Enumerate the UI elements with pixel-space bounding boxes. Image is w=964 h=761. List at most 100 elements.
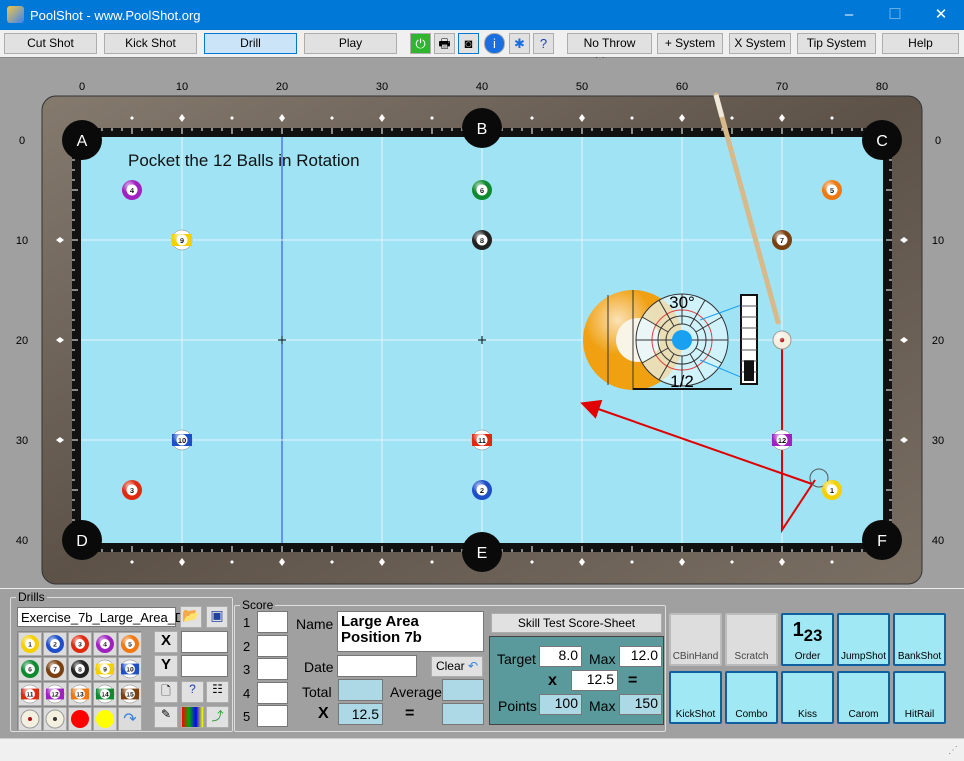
no-throw-lines-button[interactable]: No Throw Lines <box>567 33 652 69</box>
resize-grip-icon[interactable]: ⋰ <box>948 745 958 756</box>
x-system-button[interactable]: X System <box>729 33 791 54</box>
save-disk-icon[interactable]: ▣ <box>206 606 228 628</box>
palette-ball-14[interactable]: 14 <box>93 682 117 706</box>
palette-ball-3[interactable]: 3 <box>68 632 92 656</box>
ball-icon[interactable]: 4 <box>96 635 114 653</box>
table-list-icon[interactable]: ☷ <box>206 681 229 703</box>
drill-button[interactable]: Drill <box>204 33 297 54</box>
kick-shot-button[interactable]: Kick Shot <box>104 33 197 54</box>
cue-tip-position[interactable] <box>672 330 692 350</box>
new-document-icon[interactable]: 🗋 <box>154 681 178 703</box>
tip-system-button[interactable]: Tip System <box>797 33 876 54</box>
score-row-input[interactable] <box>257 658 288 680</box>
shot-type-kiss-button[interactable]: Kiss <box>781 671 834 724</box>
ball-icon[interactable]: 3 <box>71 635 89 653</box>
ball-icon[interactable]: 10 <box>120 659 140 679</box>
palette-ball-6[interactable]: 6 <box>18 657 42 681</box>
color-grid-icon[interactable] <box>181 706 204 728</box>
palette-ball-12[interactable]: 12 <box>43 682 67 706</box>
cut-shot-button[interactable]: Cut Shot <box>4 33 97 54</box>
ball-icon[interactable]: 12 <box>45 684 65 704</box>
ball-6[interactable]: 6 <box>472 180 492 200</box>
ball-2[interactable]: 2 <box>472 480 492 500</box>
palette-ball-11[interactable]: 11 <box>18 682 42 706</box>
ball-icon[interactable]: 14 <box>95 684 115 704</box>
cue-ball[interactable] <box>772 330 792 350</box>
print-icon[interactable]: 🖶 <box>434 33 455 54</box>
score-row-input[interactable] <box>257 705 288 727</box>
ball-10[interactable]: 10 <box>171 429 193 451</box>
ball-5[interactable]: 5 <box>822 180 842 200</box>
shot-type-combo-button[interactable]: Combo <box>725 671 778 724</box>
info-icon[interactable]: i <box>484 33 505 54</box>
clear-button[interactable]: Clear ↶ <box>431 656 483 677</box>
minimize-button[interactable]: – <box>826 0 872 30</box>
palette-white-ball[interactable] <box>43 707 67 731</box>
ball-11[interactable]: 11 <box>471 429 493 451</box>
palette-ball-5[interactable]: 5 <box>118 632 142 656</box>
ball-4[interactable]: 4 <box>122 180 142 200</box>
shot-type-jumpshot-button[interactable]: JumpShot <box>837 613 890 666</box>
ball-icon[interactable]: 8 <box>71 660 89 678</box>
plus-system-button[interactable]: + System <box>657 33 723 54</box>
ball-icon[interactable]: 6 <box>21 660 39 678</box>
power-icon[interactable]: ⏻ <box>410 33 431 54</box>
export-folder-icon[interactable]: ⤴ <box>206 706 229 728</box>
play-button[interactable]: Play <box>304 33 397 54</box>
palette-ball-1[interactable]: 1 <box>18 632 42 656</box>
ball-icon[interactable]: 7 <box>46 660 64 678</box>
shot-type-scratch-button[interactable]: Scratch <box>725 613 778 666</box>
score-row-input[interactable] <box>257 634 288 657</box>
drill-file-input[interactable]: Exercise_7b_Large_Area_Drill <box>17 607 197 627</box>
edit-notes-icon[interactable]: ✎ <box>154 706 178 728</box>
x-coord-input[interactable] <box>181 631 228 653</box>
palette-yellow-marker[interactable] <box>93 707 117 731</box>
shot-type-order-button[interactable]: 123 Order <box>781 613 834 666</box>
score-row-input[interactable] <box>257 681 288 704</box>
shot-type-carom-button[interactable]: Carom <box>837 671 890 724</box>
help-document-icon[interactable]: ? <box>533 33 554 54</box>
shot-type-cbinhand-button[interactable]: CBinHand <box>669 613 722 666</box>
maximize-button[interactable]: ☐ <box>872 0 918 30</box>
ball-12[interactable]: 12 <box>771 429 793 451</box>
palette-ball-8[interactable]: 8 <box>68 657 92 681</box>
palette-ball-15[interactable]: 15 <box>118 682 142 706</box>
ball-icon[interactable]: 9 <box>95 659 115 679</box>
redo-icon[interactable]: ↷ <box>118 707 142 731</box>
shot-type-kickshot-button[interactable]: KickShot <box>669 671 722 724</box>
ball-9[interactable]: 9 <box>171 229 193 251</box>
close-button[interactable]: ✕ <box>918 0 964 30</box>
ball-icon[interactable]: 15 <box>120 684 140 704</box>
pool-table[interactable]: 0 10 20 30 40 50 60 70 80 0 0 10 10 20 20 30 30 40 40 A B C D… <box>0 58 964 590</box>
ball-3[interactable]: 3 <box>122 480 142 500</box>
ball-icon[interactable]: 1 <box>21 635 39 653</box>
palette-cue-ball[interactable] <box>18 707 42 731</box>
target-value[interactable]: 8.0 <box>539 646 582 667</box>
palette-ball-9[interactable]: 9 <box>93 657 117 681</box>
ball-icon[interactable]: 5 <box>121 635 139 653</box>
y-coord-input[interactable] <box>181 655 228 677</box>
help-button[interactable]: Help <box>882 33 959 54</box>
camera-icon[interactable]: ◙ <box>458 33 479 54</box>
shot-type-hitrail-button[interactable]: HitRail <box>893 671 946 724</box>
document-help-icon[interactable]: ? <box>181 681 204 703</box>
ball-icon[interactable]: 13 <box>70 684 90 704</box>
open-folder-icon[interactable]: 📂 <box>180 606 202 628</box>
palette-ball-13[interactable]: 13 <box>68 682 92 706</box>
ball-7[interactable]: 7 <box>772 230 792 250</box>
target-max-value[interactable]: 12.0 <box>619 646 662 667</box>
gear-icon[interactable]: ✱ <box>509 33 530 54</box>
skill-multiplier-value[interactable]: 12.5 <box>571 670 618 691</box>
date-input[interactable] <box>337 655 417 677</box>
palette-ball-7[interactable]: 7 <box>43 657 67 681</box>
palette-ball-2[interactable]: 2 <box>43 632 67 656</box>
ball-1[interactable]: 1 <box>822 480 842 500</box>
score-row-input[interactable] <box>257 611 288 633</box>
palette-ball-10[interactable]: 10 <box>118 657 142 681</box>
shot-type-bankshot-button[interactable]: BankShot <box>893 613 946 666</box>
palette-ball-4[interactable]: 4 <box>93 632 117 656</box>
ball-8[interactable]: 8 <box>472 230 492 250</box>
palette-red-marker[interactable] <box>68 707 92 731</box>
ball-icon[interactable]: 2 <box>46 635 64 653</box>
ball-icon[interactable]: 11 <box>20 684 40 704</box>
